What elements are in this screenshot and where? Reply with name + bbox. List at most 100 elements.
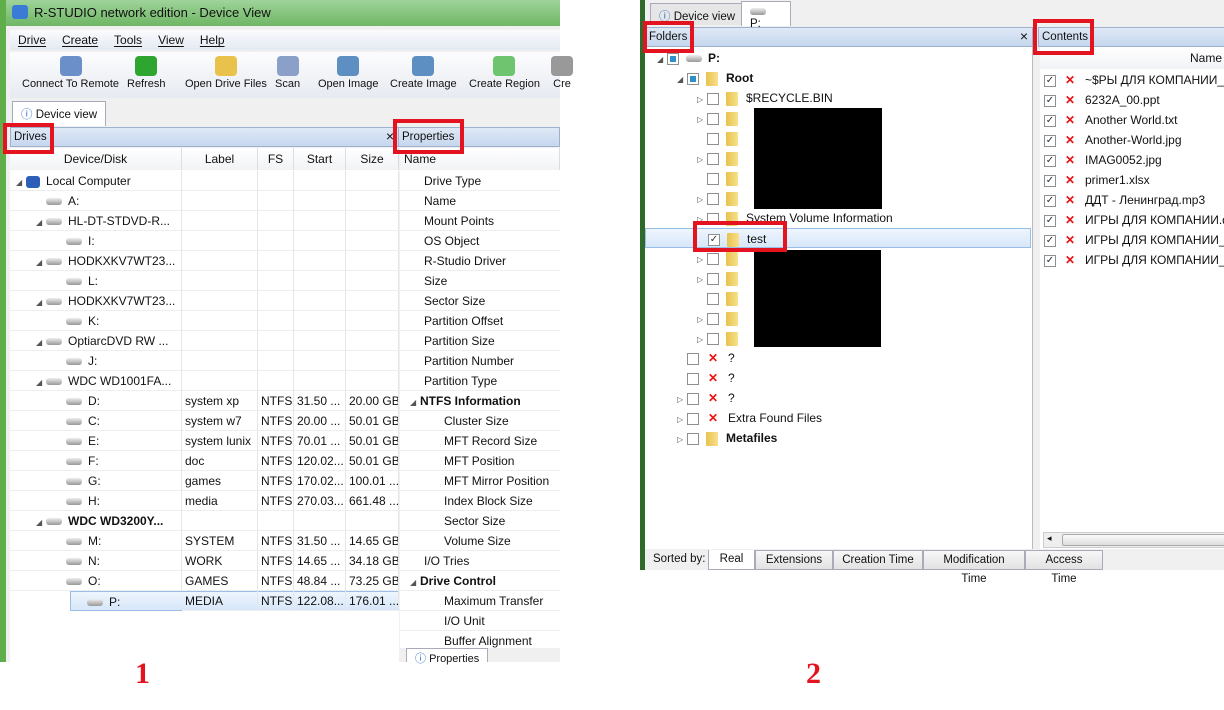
file-item[interactable]: ✓ ✕ ~$PЫ ДЛЯ КОМПАНИИ_з xyxy=(1040,70,1224,90)
checkbox[interactable] xyxy=(707,152,719,165)
property-row[interactable]: Partition Size xyxy=(400,331,560,351)
folder-tree-item[interactable]: ◢ Root xyxy=(645,68,1031,88)
file-item[interactable]: ✓ ✕ ИГРЫ ДЛЯ КОМПАНИИ.d xyxy=(1040,210,1224,230)
expand-arrow-icon[interactable]: ◢ xyxy=(657,50,667,70)
property-row[interactable]: Size xyxy=(400,271,560,291)
property-row[interactable]: ◢ Drive Control xyxy=(400,571,560,591)
property-row[interactable]: MFT Record Size xyxy=(400,431,560,451)
scrollbar-thumb[interactable] xyxy=(1062,534,1224,546)
property-row[interactable]: Sector Size xyxy=(400,291,560,311)
file-item[interactable]: ✓ ✕ ДДТ - Ленинград.mp3 xyxy=(1040,190,1224,210)
tab-properties[interactable]: ⓘ Properties xyxy=(406,648,489,665)
menu-tools[interactable]: Tools xyxy=(114,33,142,47)
drive-row[interactable]: K: xyxy=(10,311,399,331)
drive-row[interactable]: O: GAMES NTFS 48.84 ... 73.25 GB xyxy=(10,571,399,591)
checkbox[interactable] xyxy=(707,272,719,285)
expand-arrow-icon[interactable]: ▷ xyxy=(697,310,707,330)
file-item[interactable]: ✓ ✕ primer1.xlsx xyxy=(1040,170,1224,190)
expand-arrow-icon[interactable]: ◢ xyxy=(677,70,687,90)
sort-tab-extensions[interactable]: Extensions xyxy=(755,550,833,570)
property-row[interactable]: Drive Type xyxy=(400,171,560,191)
toolbar-button-create-region[interactable]: Create Region xyxy=(469,56,540,90)
expand-arrow-icon[interactable]: ◢ xyxy=(16,173,26,190)
expand-arrow-icon[interactable]: ▷ xyxy=(697,190,707,210)
property-row[interactable]: Name xyxy=(400,191,560,211)
property-row[interactable]: Index Block Size xyxy=(400,491,560,511)
file-item[interactable]: ✓ ✕ Another-World.jpg xyxy=(1040,130,1224,150)
drive-row[interactable]: G: games NTFS 170.02... 100.01 ... xyxy=(10,471,399,491)
property-row[interactable]: I/O Unit xyxy=(400,611,560,631)
checkbox[interactable] xyxy=(707,312,719,325)
drive-row[interactable]: ◢ HL-DT-STDVD-R... xyxy=(10,211,399,231)
checkbox[interactable] xyxy=(687,372,699,385)
drive-row[interactable]: N: WORK NTFS 14.65 ... 34.18 GB xyxy=(10,551,399,571)
expand-arrow-icon[interactable]: ▷ xyxy=(697,270,707,290)
drive-row[interactable]: H: media NTFS 270.03... 661.48 ... xyxy=(10,491,399,511)
drive-row[interactable]: ◢ Local Computer xyxy=(10,171,399,191)
toolbar-button-scan[interactable]: Scan xyxy=(275,56,300,90)
menu-view[interactable]: View xyxy=(158,33,184,47)
property-row[interactable]: I/O Tries xyxy=(400,551,560,571)
drive-row[interactable]: L: xyxy=(10,271,399,291)
toolbar-button-open-image[interactable]: Open Image xyxy=(318,56,379,90)
expand-arrow-icon[interactable]: ◢ xyxy=(36,253,46,270)
drive-row[interactable]: ◢ WDC WD3200Y... xyxy=(10,511,399,531)
expand-arrow-icon[interactable]: ◢ xyxy=(36,293,46,310)
drive-row[interactable]: F: doc NTFS 120.02... 50.01 GB xyxy=(10,451,399,471)
column-header-start[interactable]: Start xyxy=(294,148,346,170)
tab-p-drive[interactable]: P: xyxy=(741,1,791,30)
toolbar-button-connect-to-remote[interactable]: Connect To Remote xyxy=(22,56,119,90)
drive-row[interactable]: E: system lunix NTFS 70.01 ... 50.01 GB xyxy=(10,431,399,451)
property-row[interactable]: Maximum Transfer xyxy=(400,591,560,611)
checkbox[interactable] xyxy=(667,52,679,65)
property-row[interactable]: MFT Mirror Position xyxy=(400,471,560,491)
sort-tab-access-time[interactable]: Access Time xyxy=(1025,550,1103,585)
checkbox[interactable]: ✓ xyxy=(1044,214,1056,227)
expand-arrow-icon[interactable]: ▷ xyxy=(697,330,707,350)
checkbox[interactable] xyxy=(687,352,699,365)
toolbar-button-open-drive-files[interactable]: Open Drive Files xyxy=(185,56,267,90)
checkbox[interactable] xyxy=(687,392,699,405)
checkbox[interactable] xyxy=(707,112,719,125)
expand-arrow-icon[interactable]: ◢ xyxy=(36,373,46,390)
drive-row[interactable]: A: xyxy=(10,191,399,211)
expand-arrow-icon[interactable]: ◢ xyxy=(36,333,46,350)
property-row[interactable]: R-Studio Driver xyxy=(400,251,560,271)
column-header-label[interactable]: Label xyxy=(182,148,258,170)
close-icon[interactable]: × xyxy=(1020,28,1028,44)
folder-tree-item[interactable]: ◢ P: xyxy=(645,48,1031,68)
property-row[interactable]: Sector Size xyxy=(400,511,560,531)
checkbox[interactable]: ✓ xyxy=(1044,94,1056,107)
menu-create[interactable]: Create xyxy=(62,33,98,47)
property-row[interactable]: Mount Points xyxy=(400,211,560,231)
checkbox[interactable]: ✓ xyxy=(1044,194,1056,207)
checkbox[interactable] xyxy=(707,172,719,185)
column-header-fs[interactable]: FS xyxy=(258,148,294,170)
property-row[interactable]: Partition Number xyxy=(400,351,560,371)
expand-arrow-icon[interactable]: ▷ xyxy=(697,250,707,270)
checkbox[interactable] xyxy=(687,412,699,425)
folder-tree-item[interactable]: ▷ ✕? xyxy=(645,388,1031,408)
file-item[interactable]: ✓ ✕ IMAG0052.jpg xyxy=(1040,150,1224,170)
menu-drive[interactable]: Drive xyxy=(18,33,46,47)
checkbox[interactable] xyxy=(707,192,719,205)
checkbox[interactable] xyxy=(707,92,719,105)
checkbox[interactable]: ✓ xyxy=(1044,174,1056,187)
folder-tree-item[interactable]: ▷ Metafiles xyxy=(645,428,1031,448)
expand-arrow-icon[interactable]: ▷ xyxy=(677,430,687,450)
column-header-size[interactable]: Size xyxy=(346,148,399,170)
drive-row[interactable]: ◢ HODKXKV7WT23... xyxy=(10,251,399,271)
sort-tab-real[interactable]: Real xyxy=(708,550,755,570)
drive-row[interactable]: ◢ OptiarcDVD RW ... xyxy=(10,331,399,351)
drive-row[interactable]: ◢ HODKXKV7WT23... xyxy=(10,291,399,311)
collapse-arrow-icon[interactable]: ◢ xyxy=(410,573,420,593)
scroll-left-icon[interactable]: ◂ xyxy=(1047,533,1052,544)
expand-arrow-icon[interactable]: ▷ xyxy=(697,90,707,110)
toolbar-button-refresh[interactable]: Refresh xyxy=(127,56,166,90)
expand-arrow-icon[interactable]: ▷ xyxy=(697,110,707,130)
drive-row[interactable]: C: system w7 NTFS 20.00 ... 50.01 GB xyxy=(10,411,399,431)
expand-arrow-icon[interactable]: ▷ xyxy=(677,410,687,430)
file-item[interactable]: ✓ ✕ ИГРЫ ДЛЯ КОМПАНИИ_ xyxy=(1040,250,1224,270)
checkbox[interactable]: ✓ xyxy=(1044,114,1056,127)
file-item[interactable]: ✓ ✕ ИГРЫ ДЛЯ КОМПАНИИ_ xyxy=(1040,230,1224,250)
